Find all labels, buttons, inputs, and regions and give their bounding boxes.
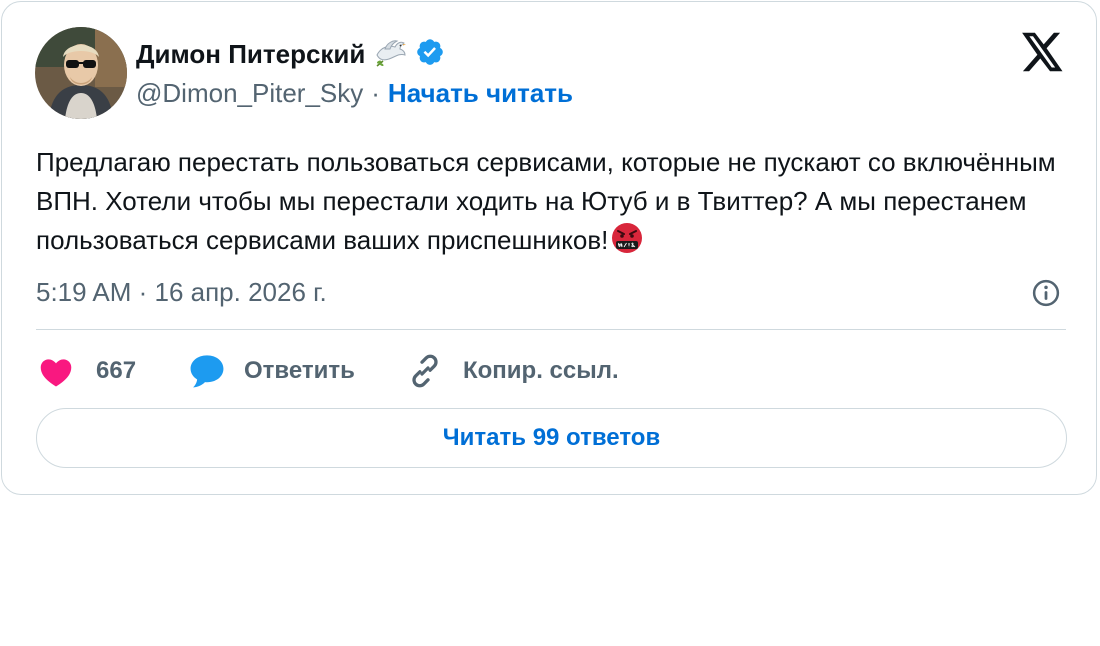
author-handle-row: @Dimon_Piter_Sky · Начать читать xyxy=(136,76,573,110)
copy-link-label: Копир. ссыл. xyxy=(463,357,619,384)
reply-button[interactable]: Ответить xyxy=(188,350,355,392)
like-button[interactable]: 667 xyxy=(38,350,136,392)
like-count: 667 xyxy=(96,357,137,384)
author-avatar[interactable] xyxy=(35,27,127,119)
tweet-body: Предлагаю перестать пользоваться сервиса… xyxy=(36,147,1056,255)
info-icon[interactable] xyxy=(1031,278,1061,308)
tweet-embed-card: Димон Питерский @Dimon_Piter_Sky · Начат… xyxy=(1,1,1097,495)
reply-bubble-icon xyxy=(188,353,226,389)
divider xyxy=(36,329,1066,330)
separator-dot: · xyxy=(371,77,380,108)
follow-link[interactable]: Начать читать xyxy=(388,78,573,109)
verified-badge-icon xyxy=(415,37,445,72)
author-name-row: Димон Питерский xyxy=(136,36,445,72)
x-logo-icon[interactable] xyxy=(1022,32,1064,72)
link-icon xyxy=(407,353,443,389)
face-with-symbols-on-mouth-icon xyxy=(610,221,644,255)
tweet-text: Предлагаю перестать пользоваться сервиса… xyxy=(36,143,1076,260)
tweet-timestamp[interactable]: 5:19 AM · 16 апр. 2026 г. xyxy=(36,274,327,310)
author-handle[interactable]: @Dimon_Piter_Sky xyxy=(136,78,363,109)
read-replies-button[interactable]: Читать 99 ответов xyxy=(36,408,1067,468)
dove-with-olive-branch-icon xyxy=(373,37,407,72)
heart-icon xyxy=(38,355,74,387)
reply-label: Ответить xyxy=(244,357,355,384)
author-display-name[interactable]: Димон Питерский xyxy=(136,39,365,70)
avatar-photo xyxy=(35,27,127,119)
copy-link-button[interactable]: Копир. ссыл. xyxy=(407,350,619,392)
